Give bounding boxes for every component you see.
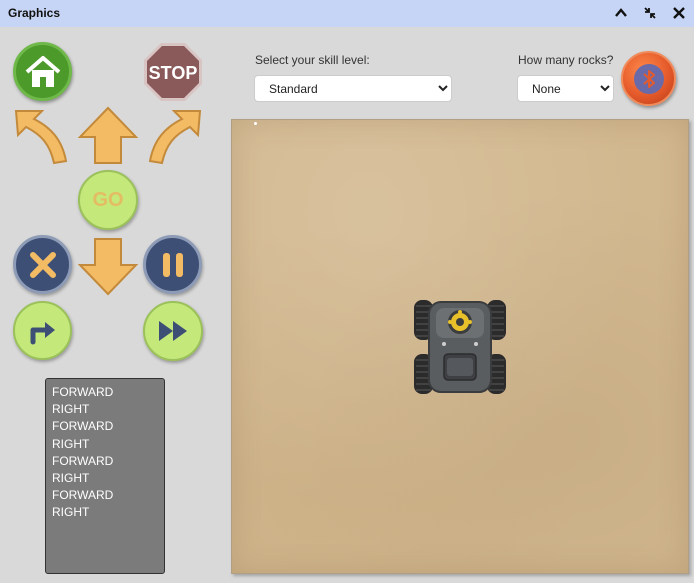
clear-button[interactable]	[13, 235, 72, 294]
pause-button[interactable]	[143, 235, 202, 294]
rocks-select[interactable]: None	[517, 75, 614, 102]
command-item: FORWARD	[52, 488, 114, 503]
repeat-button[interactable]	[13, 301, 72, 360]
command-item: FORWARD	[52, 385, 114, 399]
command-item: RIGHT	[52, 402, 90, 417]
stop-button[interactable]: STOP	[143, 42, 203, 102]
command-item: RIGHT	[52, 505, 90, 520]
window-title: Graphics	[8, 6, 61, 20]
turn-right-arrow[interactable]	[142, 105, 204, 167]
grain-dot	[254, 122, 257, 125]
command-item: FORWARD	[52, 419, 114, 434]
close-icon[interactable]	[668, 2, 690, 24]
main-panel: STOP GO FORWARD RIGHT FORWARD RIGHT FORW…	[0, 27, 694, 583]
command-item: RIGHT	[52, 436, 90, 451]
stop-label: STOP	[149, 63, 198, 83]
turn-left-arrow[interactable]	[12, 105, 74, 167]
robot	[414, 298, 506, 396]
skill-level-label: Select your skill level:	[255, 53, 370, 67]
close-x-icon	[29, 251, 56, 278]
chevron-up-icon[interactable]	[610, 2, 632, 24]
backward-arrow[interactable]	[77, 235, 139, 297]
go-button[interactable]: GO	[78, 170, 138, 230]
bluetooth-button[interactable]	[621, 51, 676, 106]
command-list[interactable]: FORWARD RIGHT FORWARD RIGHT FORWARD RIGH…	[45, 378, 165, 574]
home-icon	[25, 55, 60, 87]
pause-icon	[162, 252, 183, 277]
return-arrow-icon	[30, 321, 55, 344]
home-button[interactable]	[13, 42, 72, 101]
fast-forward-button[interactable]	[143, 301, 203, 361]
command-item: FORWARD	[52, 453, 114, 468]
title-bar: Graphics	[0, 0, 694, 27]
rocks-label: How many rocks?	[518, 53, 614, 67]
collapse-icon[interactable]	[639, 2, 661, 24]
skill-level-select[interactable]: Standard	[254, 75, 452, 102]
command-item: RIGHT	[52, 471, 90, 486]
go-label: GO	[92, 188, 124, 211]
arena	[231, 119, 689, 574]
bluetooth-icon	[633, 63, 664, 94]
forward-arrow[interactable]	[77, 105, 139, 167]
fast-forward-icon	[159, 321, 187, 341]
